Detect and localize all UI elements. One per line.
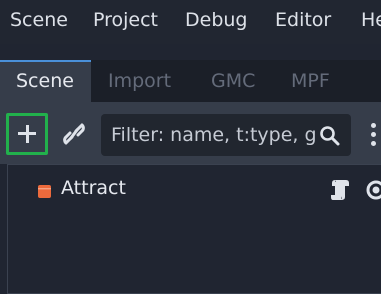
menu-bar: Scene Project Debug Editor He	[0, 0, 381, 44]
tab-import[interactable]: Import	[108, 60, 171, 102]
kebab-menu-icon	[371, 123, 376, 128]
add-node-button[interactable]	[6, 113, 48, 155]
tab-scene-label: Scene	[16, 70, 74, 92]
dock-tab-bar: Scene Import GMC MPF	[0, 60, 381, 102]
tab-gmc-label: GMC	[211, 70, 256, 92]
menu-project[interactable]: Project	[93, 9, 158, 31]
visibility-icon[interactable]	[364, 180, 381, 204]
tab-mpf[interactable]: MPF	[291, 60, 330, 102]
kebab-dot	[371, 141, 376, 146]
instance-child-scene-button[interactable]	[62, 121, 86, 151]
tree-node-label: Attract	[61, 177, 126, 199]
script-icon[interactable]	[330, 178, 350, 206]
search-icon	[319, 125, 341, 151]
link-icon	[63, 123, 85, 145]
tab-gmc[interactable]: GMC	[211, 60, 255, 102]
filter-input[interactable]	[111, 114, 316, 156]
menu-help[interactable]: He	[361, 9, 381, 31]
tab-import-label: Import	[108, 70, 172, 92]
tab-mpf-label: MPF	[291, 70, 330, 92]
menu-editor[interactable]: Editor	[275, 9, 331, 31]
menu-scene[interactable]: Scene	[10, 9, 68, 31]
filter-nodes-field[interactable]	[101, 114, 351, 156]
control-node-icon	[38, 183, 51, 198]
kebab-dot	[371, 132, 376, 137]
tab-scene[interactable]: Scene	[0, 60, 91, 102]
menu-debug[interactable]: Debug	[185, 9, 247, 31]
tree-node-attract[interactable]: Attract	[8, 175, 381, 205]
scene-tree: Attract	[7, 164, 381, 294]
